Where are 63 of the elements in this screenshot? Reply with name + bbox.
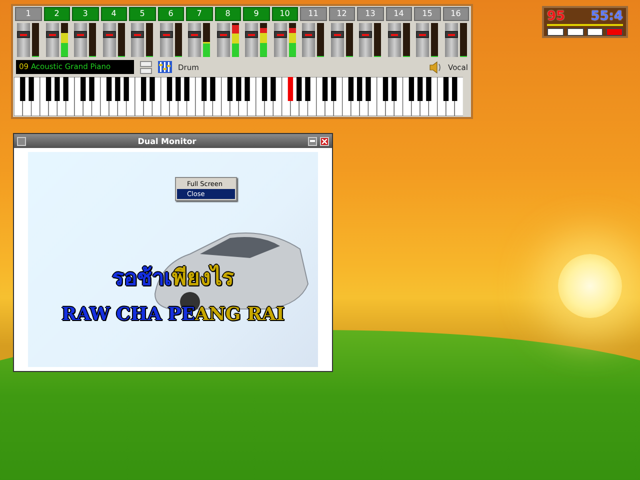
sharp-key[interactable] xyxy=(141,77,146,101)
volume-fader[interactable] xyxy=(74,23,88,57)
sharp-key[interactable] xyxy=(236,77,242,101)
volume-fader[interactable] xyxy=(245,23,258,57)
volume-fader[interactable] xyxy=(388,23,401,57)
channel-header[interactable]: 14 xyxy=(386,7,412,21)
time-value: 55:4 xyxy=(590,10,623,23)
sharp-key[interactable] xyxy=(296,77,302,101)
drum-mixer-icon[interactable] xyxy=(158,61,172,73)
sharp-key[interactable] xyxy=(443,77,449,101)
channel-header[interactable]: 6 xyxy=(158,7,184,21)
lyric-line: RAW CHA PEANG RAI xyxy=(60,304,286,325)
close-button[interactable] xyxy=(320,136,329,146)
channel-header[interactable]: 3 xyxy=(72,7,98,21)
window-menu-button[interactable] xyxy=(17,136,26,146)
volume-fader[interactable] xyxy=(274,23,287,57)
channel-header[interactable]: 13 xyxy=(357,7,384,21)
sharp-key[interactable] xyxy=(106,77,112,101)
volume-fader[interactable] xyxy=(102,23,116,57)
channel-header[interactable]: 7 xyxy=(186,7,212,21)
channel-header[interactable]: 10 xyxy=(272,7,298,21)
sharp-key[interactable] xyxy=(201,77,207,101)
channel-header[interactable]: 8 xyxy=(214,7,241,21)
window-title: Dual Monitor xyxy=(136,136,198,146)
channel-header[interactable]: 15 xyxy=(414,7,440,21)
volume-fader[interactable] xyxy=(131,23,144,57)
channel-header[interactable]: 5 xyxy=(129,7,156,21)
sharp-key[interactable] xyxy=(357,77,362,101)
sharp-key[interactable] xyxy=(382,77,388,101)
sharp-key[interactable] xyxy=(166,77,172,101)
sharp-key[interactable] xyxy=(227,77,233,101)
sharp-key[interactable] xyxy=(262,77,268,101)
volume-fader[interactable] xyxy=(160,23,173,57)
channel-header[interactable]: 1 xyxy=(15,7,42,21)
volume-fader[interactable] xyxy=(188,23,202,57)
volume-fader[interactable] xyxy=(330,23,344,57)
volume-fader[interactable] xyxy=(216,23,230,57)
volume-fader[interactable] xyxy=(359,23,372,57)
minimize-icon xyxy=(310,140,315,142)
sharp-key[interactable] xyxy=(348,77,354,101)
speaker-icon[interactable] xyxy=(429,60,442,74)
minimize-button[interactable] xyxy=(308,136,317,146)
sharp-key[interactable] xyxy=(322,77,328,101)
volume-fader[interactable] xyxy=(17,23,30,57)
channel-header[interactable]: 11 xyxy=(300,7,326,21)
sharp-key[interactable] xyxy=(408,77,414,101)
channel-header[interactable]: 12 xyxy=(328,7,355,21)
sharp-key[interactable] xyxy=(417,77,423,101)
channel-header[interactable]: 9 xyxy=(243,7,270,21)
volume-fader[interactable] xyxy=(416,23,430,57)
sharp-key[interactable] xyxy=(80,77,86,101)
up-button[interactable] xyxy=(140,60,152,66)
volume-fader[interactable] xyxy=(302,23,316,57)
score-value: 95 xyxy=(547,10,566,23)
volume-fader[interactable] xyxy=(46,23,59,57)
lyric-line: รอช้าเพียงไร xyxy=(111,264,235,293)
volume-fader[interactable] xyxy=(444,23,458,57)
channel-header[interactable]: 2 xyxy=(44,7,70,21)
sharp-key[interactable] xyxy=(46,77,52,101)
sharp-key[interactable] xyxy=(452,77,458,101)
channel-header[interactable]: 16 xyxy=(442,7,469,21)
down-button[interactable] xyxy=(140,68,152,74)
channel-header[interactable]: 4 xyxy=(100,7,127,21)
